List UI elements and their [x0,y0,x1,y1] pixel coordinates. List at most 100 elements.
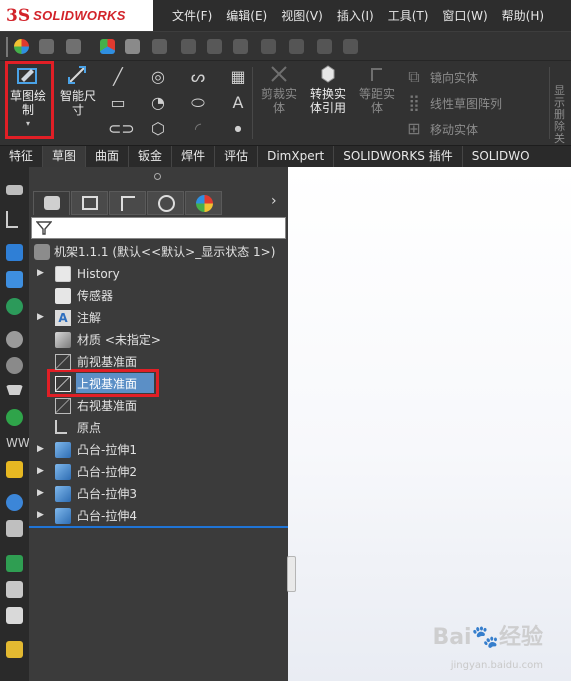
corner-icon[interactable] [6,211,18,228]
menu-window[interactable]: 窗口(W) [442,7,487,24]
binoculars-icon[interactable] [6,520,23,537]
rectangle-icon[interactable]: ▭ [108,93,128,113]
linear-pattern-icon[interactable]: ⣿ [404,93,424,113]
monitor-icon[interactable] [233,39,248,54]
text-icon[interactable]: A [228,93,248,113]
convert-entities-button[interactable]: 转换实体引用 [305,63,351,115]
tab-property-manager[interactable] [71,191,108,215]
tree-item-top-plane[interactable]: 上视基准面 [29,373,288,395]
chevron-right-icon[interactable]: › [271,193,277,209]
expand-arrow-icon[interactable]: ▶ [37,267,45,279]
globe-icon[interactable] [6,298,23,315]
mirror-entities-label[interactable]: 镜向实体 [430,69,478,86]
tree-item-history[interactable]: ▶ History [29,263,288,285]
menu-edit[interactable]: 编辑(E) [226,7,267,24]
hierarchy-icon[interactable] [6,271,23,288]
target-icon[interactable] [6,409,23,426]
tools-icon[interactable] [343,39,358,54]
tree-item-origin[interactable]: 原点 [29,417,288,439]
tab-surfaces[interactable]: 曲面 [86,146,130,167]
move-icon[interactable]: ⊞ [404,119,424,139]
fillet-icon[interactable]: ◜ [188,119,208,139]
tab-dimxpert-manager[interactable] [147,191,184,215]
tab-dimxpert[interactable]: DimXpert [258,146,335,167]
expand-arrow-icon[interactable]: ▶ [37,465,45,477]
tree-item-front-plane[interactable]: 前视基准面 [29,351,288,373]
search-icon[interactable] [6,494,23,511]
tree-item-right-plane[interactable]: 右视基准面 [29,395,288,417]
tab-sheet-metal[interactable]: 钣金 [129,146,173,167]
copy-icon[interactable] [66,39,81,54]
tree-item-boss-extrude-3[interactable]: ▶ 凸台-拉伸3 [29,483,288,505]
offset-entities-button[interactable]: 等距实体 [356,63,398,115]
smart-dimension-button[interactable]: 智能尺寸 [56,63,100,117]
text-doc-icon[interactable] [6,607,23,624]
printer-icon[interactable] [6,581,23,598]
options-icon[interactable] [317,39,332,54]
tab-weldments[interactable]: 焊件 [172,146,216,167]
trim-entities-button[interactable]: 剪裁实体 [258,63,300,115]
solidworks-logo[interactable]: 3S SOLIDWORKS [0,0,153,31]
line-icon[interactable]: ╱ [108,67,128,87]
slot-icon[interactable]: ⊂⊃ [108,119,135,139]
menu-insert[interactable]: 插入(I) [337,7,374,24]
assembly-icon[interactable] [261,39,276,54]
spline-icon[interactable]: ᔕ [188,67,208,87]
polygon-icon[interactable]: ⬡ [148,119,168,139]
tab-configuration-manager[interactable] [109,191,146,215]
tab-display-manager[interactable] [185,191,222,215]
excel-icon[interactable] [6,555,23,572]
document-icon[interactable] [125,39,140,54]
tree-item-sensors[interactable]: 传感器 [29,285,288,307]
help-doc-icon[interactable] [6,641,23,658]
menu-view[interactable]: 视图(V) [281,7,323,24]
tab-evaluate[interactable]: 评估 [215,146,259,167]
tree-item-annotations[interactable]: ▶ A 注解 [29,307,288,329]
point-icon[interactable]: ● [228,119,248,139]
move-entities-label[interactable]: 移动实体 [430,121,478,138]
scene-icon[interactable] [100,39,115,54]
display-icon[interactable] [207,39,222,54]
expand-arrow-icon[interactable]: ▶ [37,487,45,499]
filter-icon[interactable] [36,220,52,236]
gears-icon[interactable] [6,357,23,374]
tab-addins[interactable]: SOLIDWORKS 插件 [334,146,463,167]
rollback-bar[interactable] [29,526,288,528]
tree-item-boss-extrude-2[interactable]: ▶ 凸台-拉伸2 [29,461,288,483]
monitor-icon[interactable] [6,244,23,261]
tree-item-boss-extrude-1[interactable]: ▶ 凸台-拉伸1 [29,439,288,461]
edit-appearance-icon[interactable] [39,39,54,54]
move-icon[interactable] [6,461,23,478]
arc-icon[interactable]: ◔ [148,93,168,113]
graphics-area[interactable]: Bai🐾经验 jingyan.baidu.com [288,167,571,681]
spring-icon[interactable]: WW [6,435,30,452]
menu-file[interactable]: 文件(F) [172,7,212,24]
collapse-dot-icon[interactable] [154,173,161,180]
filter-bar[interactable] [31,217,286,239]
tree-root[interactable]: 机架1.1.1 (默认<<默认>_显示状态 1>) [29,241,288,263]
panel-splitter-handle[interactable] [287,556,296,592]
tree-item-material[interactable]: 材质 <未指定> [29,329,288,351]
view-icon[interactable] [181,39,196,54]
menu-tools[interactable]: 工具(T) [388,7,429,24]
gear-icon[interactable] [289,39,304,54]
expand-arrow-icon[interactable]: ▶ [37,311,45,323]
trapezoid-icon[interactable] [6,385,23,395]
tree-item-boss-extrude-4[interactable]: ▶ 凸台-拉伸4 [29,505,288,527]
display-delete-relations-button[interactable]: 显示删除关 [553,85,569,145]
key-icon[interactable] [6,185,23,195]
panel-collapse-bar[interactable] [29,167,288,186]
tab-feature-manager[interactable] [33,191,70,215]
expand-arrow-icon[interactable]: ▶ [37,443,45,455]
tab-solidworks-more[interactable]: SOLIDWO [463,146,539,167]
settings-icon[interactable] [152,39,167,54]
mirror-icon[interactable]: ⧉ [404,67,424,87]
linear-pattern-label[interactable]: 线性草图阵列 [430,95,502,112]
appearance-icon[interactable] [14,39,29,54]
gear-icon[interactable] [6,331,23,348]
tab-sketch[interactable]: 草图 [43,146,87,167]
circle-icon[interactable]: ◎ [148,67,168,87]
menu-help[interactable]: 帮助(H) [502,7,544,24]
expand-arrow-icon[interactable]: ▶ [37,509,45,521]
hatch-icon[interactable]: ▦ [228,67,248,87]
